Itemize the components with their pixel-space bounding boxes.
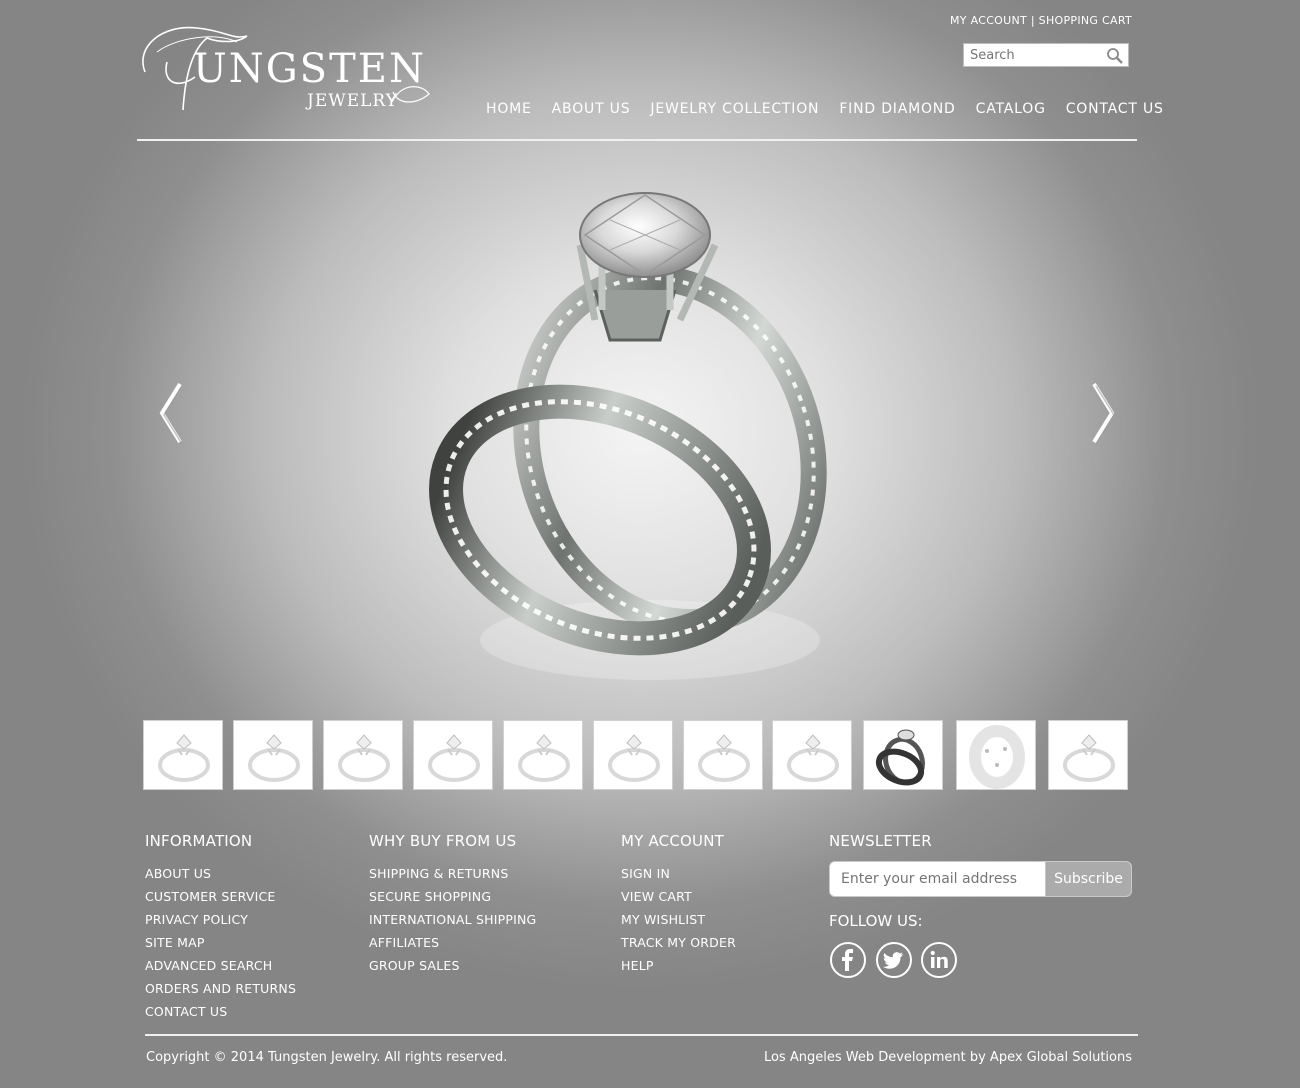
thumbnail[interactable] <box>956 720 1036 790</box>
footer-link-view-cart[interactable]: VIEW CART <box>621 885 736 908</box>
footer-link-secure-shopping[interactable]: SECURE SHOPPING <box>369 885 536 908</box>
hero-ring-image <box>429 192 827 680</box>
footer-divider <box>145 1034 1138 1036</box>
logo-mark: UNGSTEN JEWELRY <box>142 26 430 111</box>
footer-link-group-sales[interactable]: GROUP SALES <box>369 954 536 977</box>
top-links: MY ACCOUNT | SHOPPING CART <box>950 14 1132 27</box>
footer-link-privacy-policy[interactable]: PRIVACY POLICY <box>145 908 296 931</box>
thumbnail[interactable] <box>233 720 313 790</box>
newsletter-heading: NEWSLETTER <box>829 832 932 850</box>
footer-my-account: MY ACCOUNT SIGN IN VIEW CART MY WISHLIST… <box>621 832 736 977</box>
why-buy-heading: WHY BUY FROM US <box>369 832 517 850</box>
thumbnail[interactable] <box>143 720 223 790</box>
thumbnail-strip <box>143 720 1133 792</box>
nav-catalog[interactable]: CATALOG <box>976 101 1046 117</box>
search-input[interactable] <box>964 44 1108 67</box>
thumbnail[interactable] <box>413 720 493 790</box>
thumbnail[interactable] <box>863 720 943 790</box>
my-account-link[interactable]: MY ACCOUNT <box>950 14 1027 27</box>
my-account-heading: MY ACCOUNT <box>621 832 724 850</box>
follow-us-label: FOLLOW US: <box>829 912 923 930</box>
chevron-left-icon[interactable] <box>156 380 186 446</box>
newsletter-email-input[interactable] <box>830 862 1044 896</box>
thumbnail[interactable] <box>593 720 673 790</box>
thumbnail[interactable] <box>772 720 852 790</box>
footer-newsletter: NEWSLETTER <box>829 832 932 862</box>
top-links-separator: | <box>1030 14 1035 27</box>
nav-jewelry-collection[interactable]: JEWELRY COLLECTION <box>650 101 819 117</box>
thumbnail[interactable] <box>683 720 763 790</box>
footer-link-shipping-returns[interactable]: SHIPPING & RETURNS <box>369 862 536 885</box>
information-heading: INFORMATION <box>145 832 253 850</box>
footer-why-buy: WHY BUY FROM US SHIPPING & RETURNS SECUR… <box>369 832 536 977</box>
thumbnail[interactable] <box>1048 720 1128 790</box>
shopping-cart-link[interactable]: SHOPPING CART <box>1039 14 1132 27</box>
nav-contact-us[interactable]: CONTACT US <box>1066 101 1164 117</box>
logo-wordmark: UNGSTEN <box>193 46 426 92</box>
footer-link-track-order[interactable]: TRACK MY ORDER <box>621 931 736 954</box>
linkedin-icon[interactable] <box>921 942 957 978</box>
main-nav: HOME ABOUT US JEWELRY COLLECTION FIND DI… <box>486 101 1164 117</box>
footer-link-my-wishlist[interactable]: MY WISHLIST <box>621 908 736 931</box>
developer-credit[interactable]: Los Angeles Web Development by Apex Glob… <box>764 1050 1132 1065</box>
footer-link-advanced-search[interactable]: ADVANCED SEARCH <box>145 954 296 977</box>
subscribe-button[interactable]: Subscribe <box>1045 862 1131 896</box>
copyright-text: Copyright © 2014 Tungsten Jewelry. All r… <box>146 1050 508 1065</box>
nav-home[interactable]: HOME <box>486 101 532 117</box>
footer-information: INFORMATION ABOUT US CUSTOMER SERVICE PR… <box>145 832 296 1023</box>
footer-link-orders-returns[interactable]: ORDERS AND RETURNS <box>145 977 296 1000</box>
logo-subword: JEWELRY <box>305 91 398 111</box>
facebook-icon[interactable] <box>830 942 866 978</box>
twitter-icon[interactable] <box>876 942 912 978</box>
footer-link-sign-in[interactable]: SIGN IN <box>621 862 736 885</box>
chevron-right-icon[interactable] <box>1088 380 1118 446</box>
footer-link-international-shipping[interactable]: INTERNATIONAL SHIPPING <box>369 908 536 931</box>
search-box <box>963 43 1129 67</box>
footer-link-affiliates[interactable]: AFFILIATES <box>369 931 536 954</box>
footer-link-contact-us[interactable]: CONTACT US <box>145 1000 296 1023</box>
footer-link-site-map[interactable]: SITE MAP <box>145 931 296 954</box>
search-icon[interactable] <box>1106 47 1124 65</box>
thumbnail[interactable] <box>323 720 403 790</box>
thumbnail[interactable] <box>503 720 583 790</box>
nav-about-us[interactable]: ABOUT US <box>552 101 631 117</box>
newsletter-form: Subscribe <box>829 861 1132 897</box>
footer-link-customer-service[interactable]: CUSTOMER SERVICE <box>145 885 296 908</box>
footer-link-about-us[interactable]: ABOUT US <box>145 862 296 885</box>
header-divider <box>137 139 1137 141</box>
footer-link-help[interactable]: HELP <box>621 954 736 977</box>
logo[interactable]: UNGSTEN JEWELRY <box>137 22 437 114</box>
nav-find-diamond[interactable]: FIND DIAMOND <box>839 101 955 117</box>
